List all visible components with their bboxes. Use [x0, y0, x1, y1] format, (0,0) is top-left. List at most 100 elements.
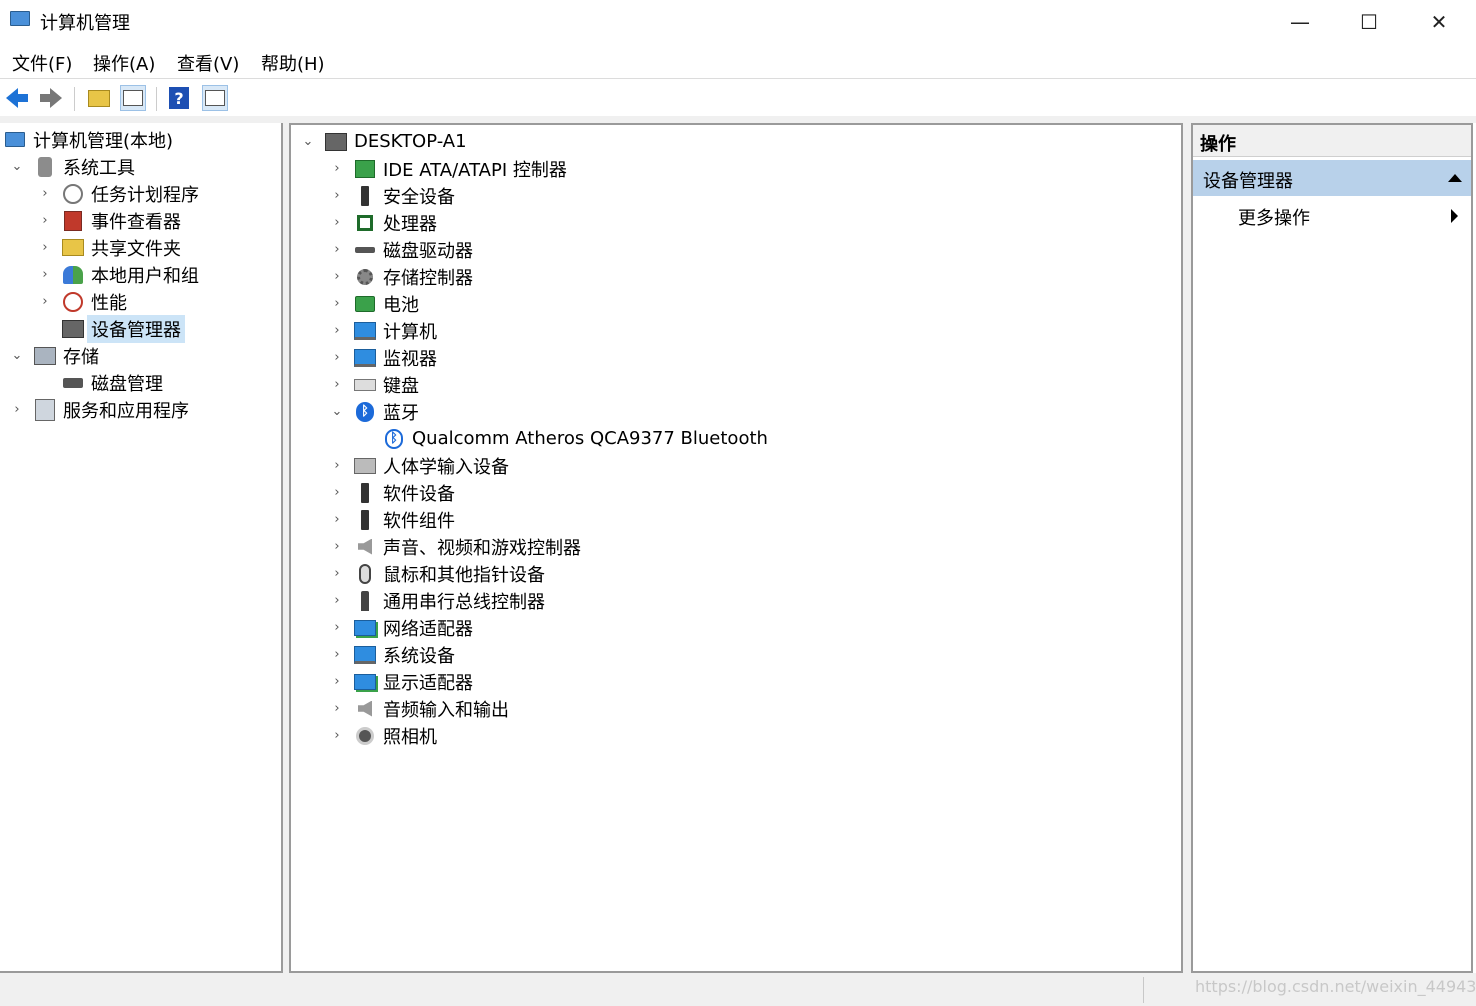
chevron-right-icon[interactable]: › — [330, 512, 344, 527]
tree-item-event-viewer[interactable]: › 事件查看器 — [38, 207, 181, 234]
device-category[interactable]: › 磁盘驱动器 — [330, 236, 473, 263]
device-category[interactable]: › IDE ATA/ATAPI 控制器 — [330, 155, 567, 182]
chevron-right-icon[interactable]: › — [330, 674, 344, 689]
processor-icon — [354, 212, 376, 234]
chevron-right-icon[interactable]: › — [330, 566, 344, 581]
device-category[interactable]: › 网络适配器 — [330, 614, 473, 641]
event-viewer-icon — [62, 210, 84, 232]
chevron-right-icon[interactable]: › — [330, 377, 344, 392]
show-hide-tree-icon[interactable] — [120, 85, 146, 111]
tree-item-disk-management[interactable]: 磁盘管理 — [62, 369, 163, 396]
menu-action[interactable]: 操作(A) — [93, 50, 155, 76]
actions-section-device-manager[interactable]: 设备管理器 — [1193, 160, 1471, 196]
chevron-right-icon[interactable]: › — [330, 620, 344, 635]
chevron-right-icon[interactable]: › — [38, 186, 52, 201]
device-category[interactable]: › 监视器 — [330, 344, 437, 371]
more-actions-item[interactable]: 更多操作 — [1193, 201, 1471, 231]
chevron-right-icon[interactable]: › — [330, 728, 344, 743]
chevron-right-icon[interactable]: › — [330, 161, 344, 176]
chevron-right-icon[interactable]: › — [330, 350, 344, 365]
forward-arrow-icon[interactable] — [38, 85, 64, 111]
close-button[interactable]: ✕ — [1405, 0, 1473, 44]
device-category[interactable]: › 通用串行总线控制器 — [330, 587, 545, 614]
tree-item-local-users[interactable]: › 本地用户和组 — [38, 261, 199, 288]
tree-item-shared-folders[interactable]: › 共享文件夹 — [38, 234, 181, 261]
chevron-right-icon[interactable]: › — [38, 267, 52, 282]
up-folder-icon[interactable] — [86, 85, 112, 111]
device-category[interactable]: › 软件组件 — [330, 506, 455, 533]
chevron-right-icon[interactable]: › — [10, 402, 24, 417]
device-category[interactable]: › 存储控制器 — [330, 263, 473, 290]
tree-item-services-apps[interactable]: › 服务和应用程序 — [10, 396, 189, 423]
security-device-icon — [354, 185, 376, 207]
device-category[interactable]: › 软件设备 — [330, 479, 455, 506]
device-category[interactable]: › 系统设备 — [330, 641, 455, 668]
device-category[interactable]: › 安全设备 — [330, 182, 455, 209]
device-category[interactable]: › 鼠标和其他指针设备 — [330, 560, 545, 587]
chevron-right-icon[interactable]: › — [330, 647, 344, 662]
tree-item-computer-management[interactable]: 计算机管理(本地) — [4, 126, 173, 153]
collapse-up-icon[interactable] — [1448, 174, 1462, 182]
local-users-icon — [62, 264, 84, 286]
show-hide-action-pane-icon[interactable] — [202, 85, 228, 111]
chevron-right-icon[interactable]: › — [330, 215, 344, 230]
chevron-right-icon[interactable]: › — [330, 242, 344, 257]
computer-management-icon — [10, 11, 30, 26]
chevron-right-icon[interactable]: › — [330, 323, 344, 338]
device-category-label: 照相机 — [383, 726, 437, 748]
help-icon[interactable]: ? — [166, 85, 192, 111]
device-category-label: 存储控制器 — [383, 267, 473, 289]
menu-file[interactable]: 文件(F) — [12, 50, 72, 76]
device-category[interactable]: › 声音、视频和游戏控制器 — [330, 533, 581, 560]
device-category-label: 人体学输入设备 — [383, 456, 509, 478]
watermark-text: https://blog.csdn.net/weixin_44943568 — [1195, 977, 1476, 996]
device-category[interactable]: › 处理器 — [330, 209, 437, 236]
chevron-down-icon[interactable]: ⌄ — [10, 348, 24, 363]
tree-item-device-manager[interactable]: 设备管理器 — [62, 314, 185, 343]
device-category[interactable]: › 人体学输入设备 — [330, 452, 509, 479]
minimize-button[interactable]: — — [1266, 0, 1334, 44]
tree-item-system-tools[interactable]: ⌄ 系统工具 — [10, 153, 135, 180]
chevron-down-icon[interactable]: ⌄ — [330, 404, 344, 419]
device-category[interactable]: › 显示适配器 — [330, 668, 473, 695]
chevron-right-icon[interactable]: › — [330, 188, 344, 203]
splitter[interactable] — [1183, 116, 1191, 976]
tree-label: 服务和应用程序 — [63, 400, 189, 422]
chevron-right-icon[interactable]: › — [330, 458, 344, 473]
device-root[interactable]: ⌄ DESKTOP-A1 — [301, 128, 467, 155]
device-category-bluetooth[interactable]: ⌄ ᛒ 蓝牙 — [330, 398, 419, 425]
menu-view[interactable]: 查看(V) — [177, 50, 239, 76]
task-scheduler-icon — [62, 183, 84, 205]
navigation-tree: 计算机管理(本地) ⌄ 系统工具 › 任务计划程序 › 事件查看器 › 共享文件… — [0, 123, 283, 973]
device-category[interactable]: › 电池 — [330, 290, 419, 317]
chevron-right-icon[interactable]: › — [38, 240, 52, 255]
chevron-right-icon[interactable]: › — [330, 593, 344, 608]
tree-item-performance[interactable]: › 性能 — [38, 288, 127, 315]
menu-help[interactable]: 帮助(H) — [261, 50, 325, 76]
chevron-right-icon[interactable]: › — [38, 213, 52, 228]
chevron-down-icon[interactable]: ⌄ — [301, 134, 315, 149]
chevron-right-icon[interactable]: › — [330, 539, 344, 554]
software-component-icon — [354, 509, 376, 531]
chevron-right-icon[interactable]: › — [330, 701, 344, 716]
device-category[interactable]: › 照相机 — [330, 722, 437, 749]
submenu-arrow-icon — [1451, 209, 1458, 223]
device-category[interactable]: › 音频输入和输出 — [330, 695, 509, 722]
chevron-right-icon[interactable]: › — [330, 296, 344, 311]
device-category[interactable]: › 计算机 — [330, 317, 437, 344]
services-apps-icon — [34, 398, 56, 421]
storage-icon — [34, 345, 56, 367]
tree-item-storage[interactable]: ⌄ 存储 — [10, 342, 99, 369]
chevron-right-icon[interactable]: › — [330, 269, 344, 284]
chevron-down-icon[interactable]: ⌄ — [10, 159, 24, 174]
device-tree: ⌄ DESKTOP-A1 › IDE ATA/ATAPI 控制器 › 安全设备 › 处… — [289, 123, 1183, 973]
chevron-right-icon[interactable]: › — [330, 485, 344, 500]
mouse-icon — [354, 563, 376, 585]
chevron-right-icon[interactable]: › — [38, 294, 52, 309]
back-arrow-icon[interactable] — [4, 85, 30, 111]
tree-item-task-scheduler[interactable]: › 任务计划程序 — [38, 180, 199, 207]
device-category[interactable]: › 键盘 — [330, 371, 419, 398]
device-item[interactable]: ᛒ Qualcomm Atheros QCA9377 Bluetooth — [383, 425, 768, 452]
maximize-button[interactable]: ☐ — [1335, 0, 1403, 44]
device-category-label: 电池 — [383, 294, 419, 316]
